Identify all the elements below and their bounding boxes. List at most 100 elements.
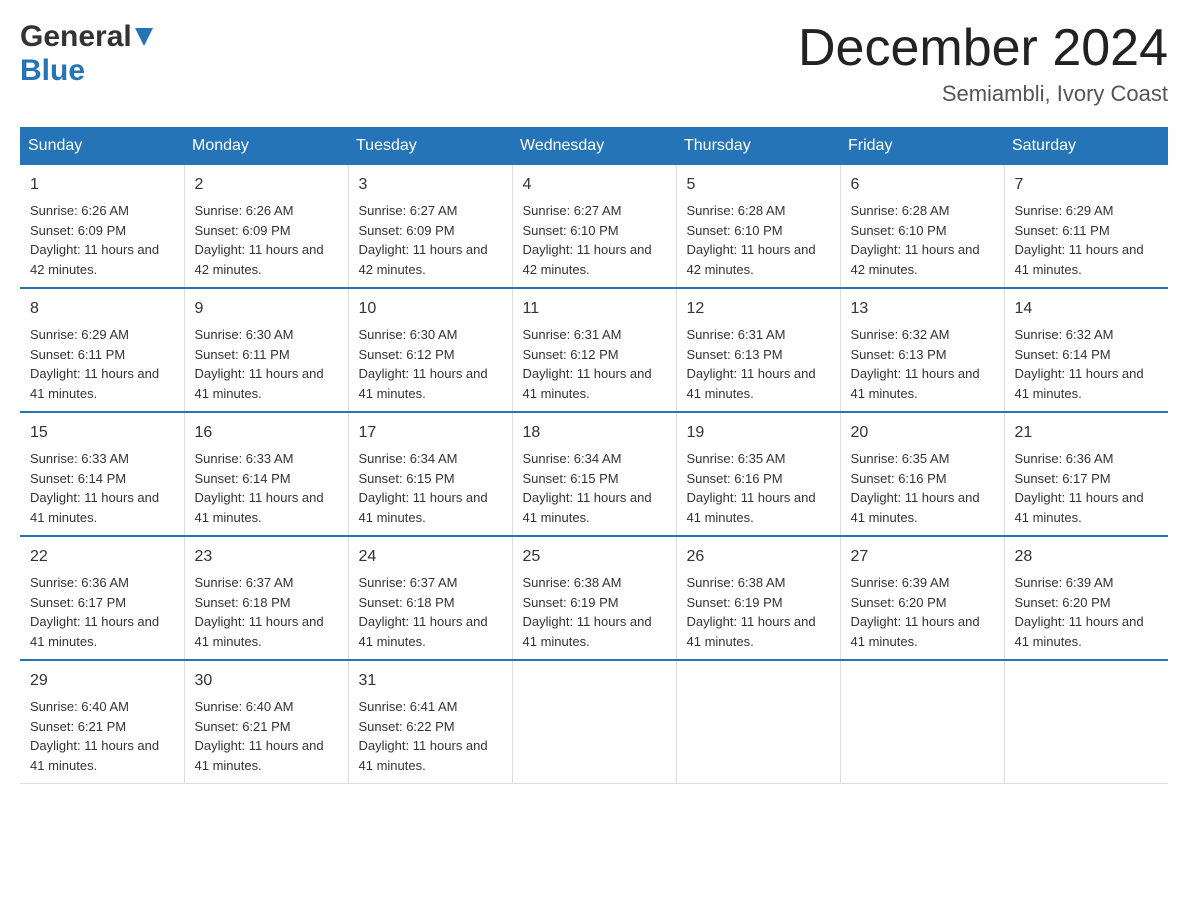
day-number: 13: [851, 297, 994, 321]
day-number: 14: [1015, 297, 1159, 321]
calendar-cell: 6 Sunrise: 6:28 AM Sunset: 6:10 PM Dayli…: [840, 165, 1004, 288]
calendar-cell: 12 Sunrise: 6:31 AM Sunset: 6:13 PM Dayl…: [676, 288, 840, 412]
calendar-cell: 17 Sunrise: 6:34 AM Sunset: 6:15 PM Dayl…: [348, 412, 512, 536]
daylight-label: Daylight: 11 hours and 41 minutes.: [687, 366, 816, 401]
calendar-cell: 30 Sunrise: 6:40 AM Sunset: 6:21 PM Dayl…: [184, 660, 348, 784]
calendar-cell: 14 Sunrise: 6:32 AM Sunset: 6:14 PM Dayl…: [1004, 288, 1168, 412]
sunrise-label: Sunrise: 6:26 AM: [30, 203, 129, 218]
daylight-label: Daylight: 11 hours and 41 minutes.: [687, 614, 816, 649]
calendar-cell: 19 Sunrise: 6:35 AM Sunset: 6:16 PM Dayl…: [676, 412, 840, 536]
calendar-cell: 25 Sunrise: 6:38 AM Sunset: 6:19 PM Dayl…: [512, 536, 676, 660]
calendar-cell: 31 Sunrise: 6:41 AM Sunset: 6:22 PM Dayl…: [348, 660, 512, 784]
title-block: December 2024 Semiambli, Ivory Coast: [798, 20, 1168, 107]
day-number: 21: [1015, 421, 1159, 445]
day-number: 4: [523, 173, 666, 197]
sunset-label: Sunset: 6:14 PM: [30, 471, 126, 486]
daylight-label: Daylight: 11 hours and 41 minutes.: [1015, 366, 1144, 401]
sunrise-label: Sunrise: 6:32 AM: [1015, 327, 1114, 342]
sunrise-label: Sunrise: 6:28 AM: [851, 203, 950, 218]
daylight-label: Daylight: 11 hours and 42 minutes.: [30, 242, 159, 277]
sunset-label: Sunset: 6:09 PM: [195, 223, 291, 238]
sunrise-label: Sunrise: 6:34 AM: [359, 451, 458, 466]
sunset-label: Sunset: 6:19 PM: [687, 595, 783, 610]
calendar-cell: 11 Sunrise: 6:31 AM Sunset: 6:12 PM Dayl…: [512, 288, 676, 412]
day-number: 5: [687, 173, 830, 197]
day-number: 10: [359, 297, 502, 321]
sunset-label: Sunset: 6:18 PM: [359, 595, 455, 610]
col-friday: Friday: [840, 127, 1004, 165]
day-number: 23: [195, 545, 338, 569]
calendar-cell: 13 Sunrise: 6:32 AM Sunset: 6:13 PM Dayl…: [840, 288, 1004, 412]
day-number: 27: [851, 545, 994, 569]
sunset-label: Sunset: 6:10 PM: [687, 223, 783, 238]
sunset-label: Sunset: 6:12 PM: [523, 347, 619, 362]
day-number: 9: [195, 297, 338, 321]
daylight-label: Daylight: 11 hours and 41 minutes.: [523, 614, 652, 649]
sunset-label: Sunset: 6:22 PM: [359, 719, 455, 734]
sunset-label: Sunset: 6:13 PM: [687, 347, 783, 362]
day-number: 2: [195, 173, 338, 197]
sunrise-label: Sunrise: 6:38 AM: [687, 575, 786, 590]
sunrise-label: Sunrise: 6:30 AM: [195, 327, 294, 342]
daylight-label: Daylight: 11 hours and 41 minutes.: [359, 490, 488, 525]
daylight-label: Daylight: 11 hours and 41 minutes.: [851, 614, 980, 649]
calendar-cell: 9 Sunrise: 6:30 AM Sunset: 6:11 PM Dayli…: [184, 288, 348, 412]
sunset-label: Sunset: 6:21 PM: [195, 719, 291, 734]
day-number: 6: [851, 173, 994, 197]
sunrise-label: Sunrise: 6:27 AM: [359, 203, 458, 218]
daylight-label: Daylight: 11 hours and 41 minutes.: [195, 614, 324, 649]
sunset-label: Sunset: 6:18 PM: [195, 595, 291, 610]
calendar-cell: 15 Sunrise: 6:33 AM Sunset: 6:14 PM Dayl…: [20, 412, 184, 536]
daylight-label: Daylight: 11 hours and 41 minutes.: [30, 490, 159, 525]
daylight-label: Daylight: 11 hours and 41 minutes.: [30, 614, 159, 649]
calendar-cell: 10 Sunrise: 6:30 AM Sunset: 6:12 PM Dayl…: [348, 288, 512, 412]
sunrise-label: Sunrise: 6:27 AM: [523, 203, 622, 218]
daylight-label: Daylight: 11 hours and 41 minutes.: [195, 738, 324, 773]
calendar-cell: [1004, 660, 1168, 784]
calendar-cell: 4 Sunrise: 6:27 AM Sunset: 6:10 PM Dayli…: [512, 165, 676, 288]
daylight-label: Daylight: 11 hours and 41 minutes.: [851, 490, 980, 525]
calendar-cell: 24 Sunrise: 6:37 AM Sunset: 6:18 PM Dayl…: [348, 536, 512, 660]
col-monday: Monday: [184, 127, 348, 165]
daylight-label: Daylight: 11 hours and 42 minutes.: [523, 242, 652, 277]
sunset-label: Sunset: 6:10 PM: [523, 223, 619, 238]
calendar-cell: 29 Sunrise: 6:40 AM Sunset: 6:21 PM Dayl…: [20, 660, 184, 784]
col-saturday: Saturday: [1004, 127, 1168, 165]
day-number: 18: [523, 421, 666, 445]
daylight-label: Daylight: 11 hours and 41 minutes.: [687, 490, 816, 525]
daylight-label: Daylight: 11 hours and 42 minutes.: [359, 242, 488, 277]
month-year-title: December 2024: [798, 20, 1168, 77]
day-number: 12: [687, 297, 830, 321]
day-number: 7: [1015, 173, 1159, 197]
sunset-label: Sunset: 6:20 PM: [1015, 595, 1111, 610]
sunrise-label: Sunrise: 6:33 AM: [30, 451, 129, 466]
sunrise-label: Sunrise: 6:35 AM: [851, 451, 950, 466]
sunrise-label: Sunrise: 6:32 AM: [851, 327, 950, 342]
col-wednesday: Wednesday: [512, 127, 676, 165]
day-number: 24: [359, 545, 502, 569]
calendar-cell: 8 Sunrise: 6:29 AM Sunset: 6:11 PM Dayli…: [20, 288, 184, 412]
daylight-label: Daylight: 11 hours and 42 minutes.: [687, 242, 816, 277]
daylight-label: Daylight: 11 hours and 41 minutes.: [30, 738, 159, 773]
sunset-label: Sunset: 6:21 PM: [30, 719, 126, 734]
sunset-label: Sunset: 6:10 PM: [851, 223, 947, 238]
day-number: 1: [30, 173, 174, 197]
sunrise-label: Sunrise: 6:35 AM: [687, 451, 786, 466]
calendar-cell: 3 Sunrise: 6:27 AM Sunset: 6:09 PM Dayli…: [348, 165, 512, 288]
calendar-cell: 2 Sunrise: 6:26 AM Sunset: 6:09 PM Dayli…: [184, 165, 348, 288]
daylight-label: Daylight: 11 hours and 41 minutes.: [1015, 614, 1144, 649]
sunset-label: Sunset: 6:19 PM: [523, 595, 619, 610]
day-number: 19: [687, 421, 830, 445]
day-number: 28: [1015, 545, 1159, 569]
sunrise-label: Sunrise: 6:29 AM: [1015, 203, 1114, 218]
sunrise-label: Sunrise: 6:31 AM: [523, 327, 622, 342]
sunrise-label: Sunrise: 6:36 AM: [1015, 451, 1114, 466]
calendar-cell: 20 Sunrise: 6:35 AM Sunset: 6:16 PM Dayl…: [840, 412, 1004, 536]
day-number: 15: [30, 421, 174, 445]
daylight-label: Daylight: 11 hours and 41 minutes.: [851, 366, 980, 401]
sunrise-label: Sunrise: 6:36 AM: [30, 575, 129, 590]
logo-triangle-icon: [135, 28, 153, 51]
day-number: 22: [30, 545, 174, 569]
sunset-label: Sunset: 6:14 PM: [1015, 347, 1111, 362]
week-row-1: 1 Sunrise: 6:26 AM Sunset: 6:09 PM Dayli…: [20, 165, 1168, 288]
